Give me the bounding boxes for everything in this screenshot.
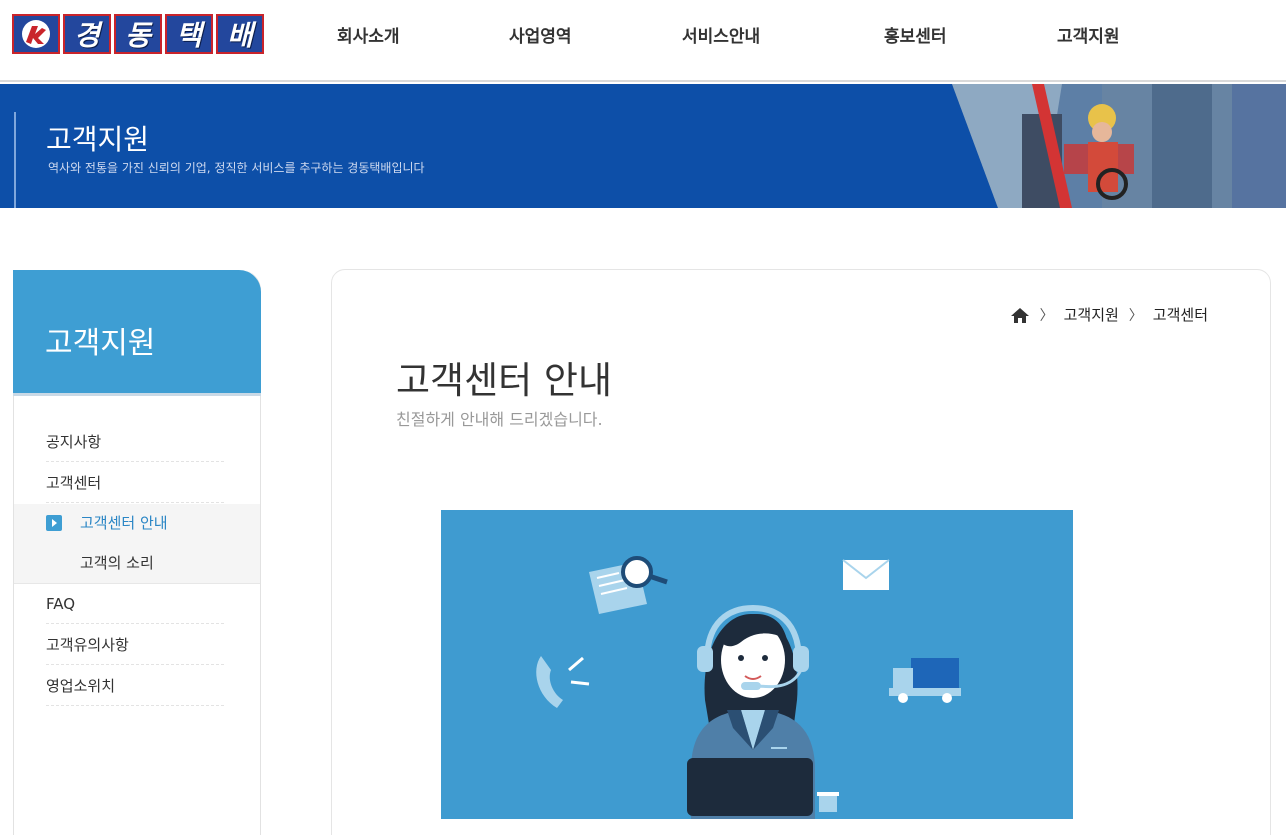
site-header: 경 동 택 배 회사소개 사업영역 서비스안내 홍보센터 고객지원 [0, 0, 1286, 82]
customer-center-illustration [441, 510, 1073, 819]
nav-item-company[interactable]: 회사소개 [337, 22, 400, 47]
nav-item-pr[interactable]: 홍보센터 [884, 22, 947, 47]
breadcrumb-item[interactable]: 고객센터 [1153, 304, 1208, 325]
banner-divider [14, 112, 16, 208]
phone-icon [536, 656, 590, 708]
sidebar-subitem-voice[interactable]: 고객의 소리 [80, 553, 154, 573]
sidebar-item-notice[interactable]: 공지사항 [46, 422, 224, 462]
sidebar-item-notes[interactable]: 고객유의사항 [46, 625, 224, 665]
page-title: 고객센터 안내 [396, 359, 613, 402]
nav-item-services[interactable]: 서비스안내 [682, 22, 760, 47]
nav-item-support[interactable]: 고객지원 [1057, 22, 1120, 47]
breadcrumb-separator: 〉 [1039, 307, 1054, 324]
page-subtitle: 친절하게 안내해 드리겠습니다. [396, 410, 603, 429]
sidebar-submenu: 고객센터 안내 고객의 소리 [14, 504, 260, 584]
play-icon [46, 515, 62, 531]
breadcrumb: 〉 고객지원 〉 고객센터 [1010, 304, 1208, 325]
sidebar-title: 고객지원 [45, 326, 156, 361]
page-banner: 고객지원 역사와 전통을 가진 신뢰의 기업, 정직한 서비스를 추구하는 경동… [0, 84, 1286, 208]
main-nav: 회사소개 사업영역 서비스안내 홍보센터 고객지원 [0, 22, 1286, 48]
main-content: 〉 고객지원 〉 고객센터 고객센터 안내 친절하게 안내해 드리겠습니다. [331, 269, 1271, 835]
banner-title: 고객지원 [46, 123, 150, 156]
sidebar-item-faq[interactable]: FAQ [46, 584, 224, 624]
sidebar-subitem-center-guide[interactable]: 고객센터 안내 [80, 513, 168, 533]
breadcrumb-item[interactable]: 고객지원 [1064, 304, 1119, 325]
sidebar-header: 고객지원 [13, 270, 261, 396]
banner-worker-photo [952, 84, 1286, 208]
mail-icon [842, 559, 890, 590]
truck-icon [889, 658, 961, 703]
sidebar-item-customer-center[interactable]: 고객센터 [46, 463, 224, 503]
sidebar-item-branch-location[interactable]: 영업소위치 [46, 666, 224, 706]
breadcrumb-separator: 〉 [1128, 307, 1143, 324]
sidebar: 고객지원 공지사항 고객센터 고객센터 안내 고객의 소리 FAQ 고객유의사항… [13, 270, 261, 835]
nav-item-business[interactable]: 사업영역 [509, 22, 572, 47]
banner-subtitle: 역사와 전통을 가진 신뢰의 기업, 정직한 서비스를 추구하는 경동택배입니다 [48, 161, 425, 175]
customer-agent-figure [687, 604, 839, 819]
home-icon[interactable] [1010, 307, 1030, 323]
document-search-icon [589, 556, 668, 614]
